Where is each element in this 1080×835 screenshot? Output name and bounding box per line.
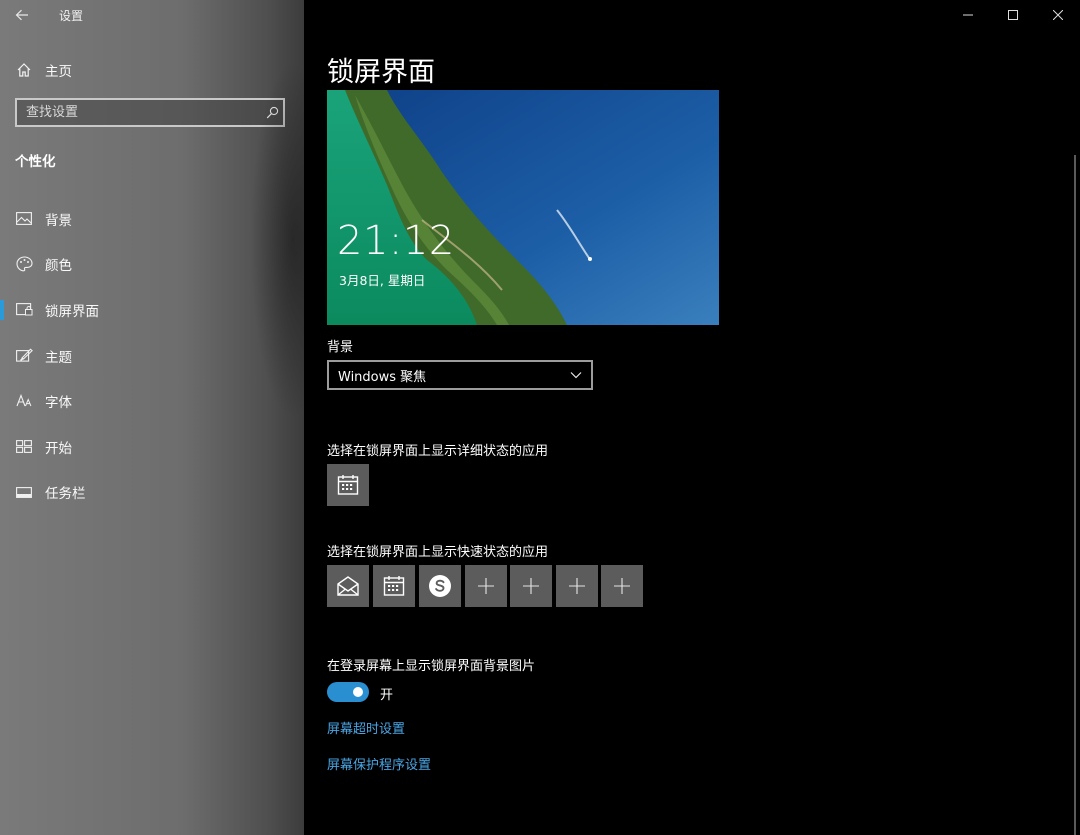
home-icon [15, 61, 33, 79]
taskbar-icon [15, 483, 33, 501]
quick-status-add-slot[interactable] [601, 565, 643, 607]
sidebar-item-label: 开始 [45, 440, 72, 457]
sidebar-item-background[interactable]: 背景 [0, 196, 304, 242]
detailed-status-label: 选择在锁屏界面上显示详细状态的应用 [327, 444, 549, 459]
sidebar-item-label: 任务栏 [45, 486, 86, 503]
quick-status-app-skype[interactable] [419, 565, 461, 607]
sidebar-item-label: 背景 [45, 212, 72, 229]
background-label: 背景 [327, 340, 354, 355]
search-icon[interactable] [261, 102, 283, 124]
plus-icon [523, 578, 539, 594]
sidebar-item-label: 主题 [45, 349, 72, 366]
main-content: 锁屏界面 21:12 3月8日, 星期日 背景 Windows 聚焦 选择在锁屏… [304, 0, 1080, 835]
preview-landscape-image [327, 90, 719, 325]
section-title: 个性化 [15, 154, 56, 170]
calendar-icon [383, 576, 405, 596]
lock-screen-icon [15, 301, 33, 319]
sidebar-item-home[interactable]: 主页 [0, 52, 304, 88]
maximize-icon [1007, 10, 1018, 20]
plus-icon [569, 578, 585, 594]
page-title: 锁屏界面 [327, 57, 435, 88]
sidebar-item-lock-screen[interactable]: 锁屏界面 [0, 287, 304, 333]
preview-date: 3月8日, 星期日 [339, 273, 426, 288]
title-bar: 设置 [0, 0, 304, 30]
palette-icon [15, 255, 33, 273]
theme-brush-icon [15, 347, 33, 365]
background-dropdown[interactable]: Windows 聚焦 [327, 360, 593, 390]
preview-time: 21:12 [337, 218, 455, 264]
calendar-icon [337, 475, 359, 495]
sidebar-item-colors[interactable]: 颜色 [0, 242, 304, 288]
quick-status-add-slot[interactable] [556, 565, 598, 607]
home-label: 主页 [45, 64, 72, 80]
minimize-button[interactable] [945, 0, 990, 30]
sidebar-item-taskbar[interactable]: 任务栏 [0, 470, 304, 516]
scrollbar[interactable] [1074, 155, 1076, 835]
sidebar-item-label: 锁屏界面 [45, 303, 99, 320]
app-title: 设置 [59, 8, 84, 23]
chevron-down-icon [570, 372, 582, 379]
sidebar-item-label: 字体 [45, 395, 72, 412]
lock-screen-preview: 21:12 3月8日, 星期日 [327, 90, 719, 325]
picture-icon [15, 210, 33, 228]
sidebar: 设置 主页 个性化 背景 颜色 锁屏界面 [0, 0, 304, 835]
quick-status-add-slot[interactable] [465, 565, 507, 607]
back-button[interactable] [0, 0, 44, 30]
sidebar-item-start[interactable]: 开始 [0, 424, 304, 470]
quick-status-app-mail[interactable] [327, 565, 369, 607]
minimize-icon [962, 14, 973, 16]
search-box[interactable] [15, 98, 285, 127]
toggle-state-label: 开 [380, 688, 394, 703]
quick-status-label: 选择在锁屏界面上显示快速状态的应用 [327, 545, 549, 560]
quick-status-add-slot[interactable] [510, 565, 552, 607]
search-input[interactable] [17, 104, 261, 121]
start-grid-icon [15, 438, 33, 456]
skype-icon [429, 575, 451, 597]
close-button[interactable] [1035, 0, 1080, 30]
screensaver-settings-link[interactable]: 屏幕保护程序设置 [327, 754, 431, 773]
sidebar-item-label: 颜色 [45, 258, 72, 275]
mail-icon [337, 576, 359, 596]
font-icon [15, 392, 33, 410]
background-dropdown-value: Windows 聚焦 [338, 369, 427, 385]
window-controls [945, 0, 1080, 30]
plus-icon [614, 578, 630, 594]
screen-timeout-settings-link[interactable]: 屏幕超时设置 [327, 718, 405, 737]
login-background-label: 在登录屏幕上显示锁屏界面背景图片 [327, 659, 536, 674]
back-arrow-icon [15, 9, 28, 21]
login-background-toggle[interactable] [327, 682, 369, 702]
sidebar-nav: 背景 颜色 锁屏界面 主题 字体 开始 任务栏 [0, 196, 304, 515]
sidebar-item-themes[interactable]: 主题 [0, 333, 304, 379]
plus-icon [478, 578, 494, 594]
close-icon [1052, 10, 1063, 20]
sidebar-item-fonts[interactable]: 字体 [0, 378, 304, 424]
quick-status-app-calendar[interactable] [373, 565, 415, 607]
detailed-status-app-calendar[interactable] [327, 464, 369, 506]
toggle-knob [353, 687, 363, 697]
maximize-button[interactable] [990, 0, 1035, 30]
